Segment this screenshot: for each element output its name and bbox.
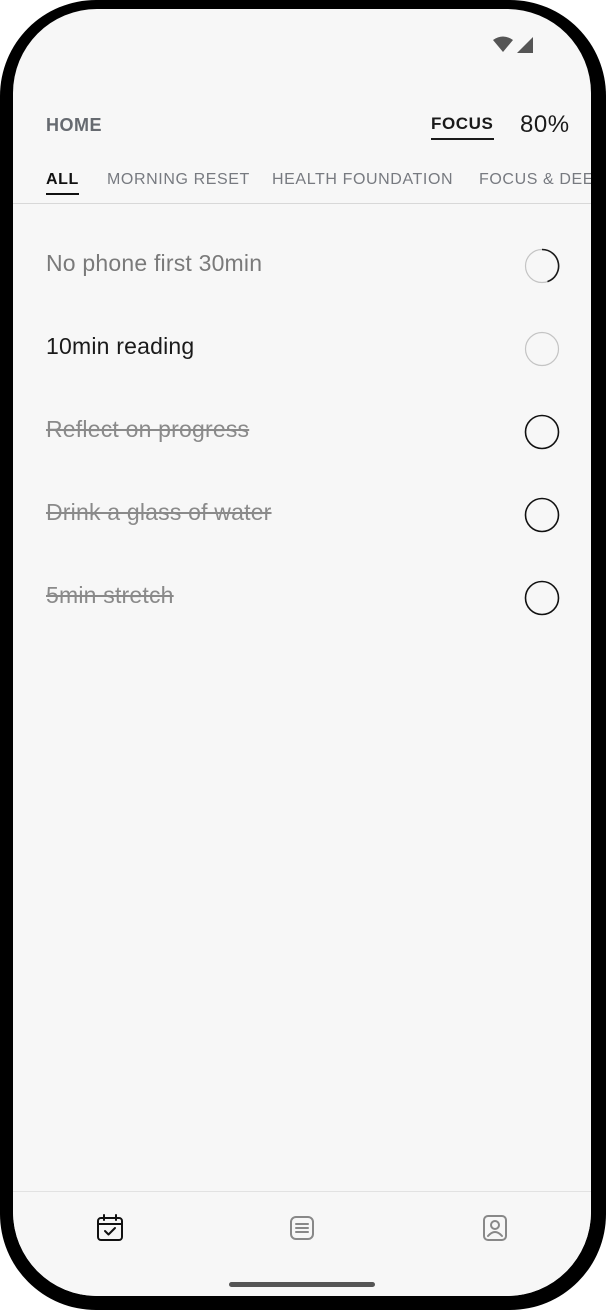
complete-circle-icon[interactable] — [524, 414, 560, 450]
wifi-icon — [493, 36, 513, 52]
progress-arc — [541, 248, 560, 283]
complete-circle-icon[interactable] — [524, 580, 560, 616]
task-label: Reflect on progress — [46, 416, 250, 442]
task-label: No phone first 30min — [46, 250, 263, 276]
page-title: HOME — [46, 115, 102, 135]
tab-focus-deep[interactable]: FOCUS & DEEP — [479, 171, 591, 189]
focus-percentage: 80% — [520, 111, 570, 138]
home-indicator[interactable] — [229, 1282, 375, 1287]
progress-ring-icon[interactable] — [524, 248, 560, 284]
task-item-reading[interactable]: 10min reading — [13, 319, 591, 379]
category-tabs: ALL MORNING RESET HEALTH FOUNDATION FOCU… — [13, 161, 591, 204]
complete-circle-icon[interactable] — [524, 497, 560, 533]
focus-tab[interactable]: FOCUS — [431, 114, 494, 140]
app-header: HOME FOCUS 80% — [13, 99, 591, 149]
tab-health-foundation[interactable]: HEALTH FOUNDATION — [272, 171, 453, 189]
tab-all[interactable]: ALL — [46, 171, 79, 195]
calendar-check-icon[interactable] — [94, 1212, 126, 1244]
status-bar-icons — [493, 36, 533, 53]
task-label: Drink a glass of water — [46, 499, 272, 525]
bottom-navigation — [13, 1191, 591, 1296]
task-item-stretch[interactable]: 5min stretch — [13, 568, 591, 628]
task-label: 10min reading — [46, 333, 195, 359]
task-item-reflect[interactable]: Reflect on progress — [13, 402, 591, 462]
task-item-water[interactable]: Drink a glass of water — [13, 485, 591, 545]
app-screen: HOME FOCUS 80% ALL MORNING RESET HEALTH … — [13, 9, 591, 1296]
tab-morning-reset[interactable]: MORNING RESET — [107, 171, 250, 189]
profile-icon[interactable] — [479, 1212, 511, 1244]
list-icon[interactable] — [286, 1212, 318, 1244]
task-label: 5min stretch — [46, 582, 174, 608]
empty-circle-icon[interactable] — [524, 331, 560, 367]
task-item-no-phone[interactable]: No phone first 30min — [13, 236, 591, 296]
phone-frame: HOME FOCUS 80% ALL MORNING RESET HEALTH … — [0, 0, 606, 1310]
signal-icon — [517, 37, 533, 53]
